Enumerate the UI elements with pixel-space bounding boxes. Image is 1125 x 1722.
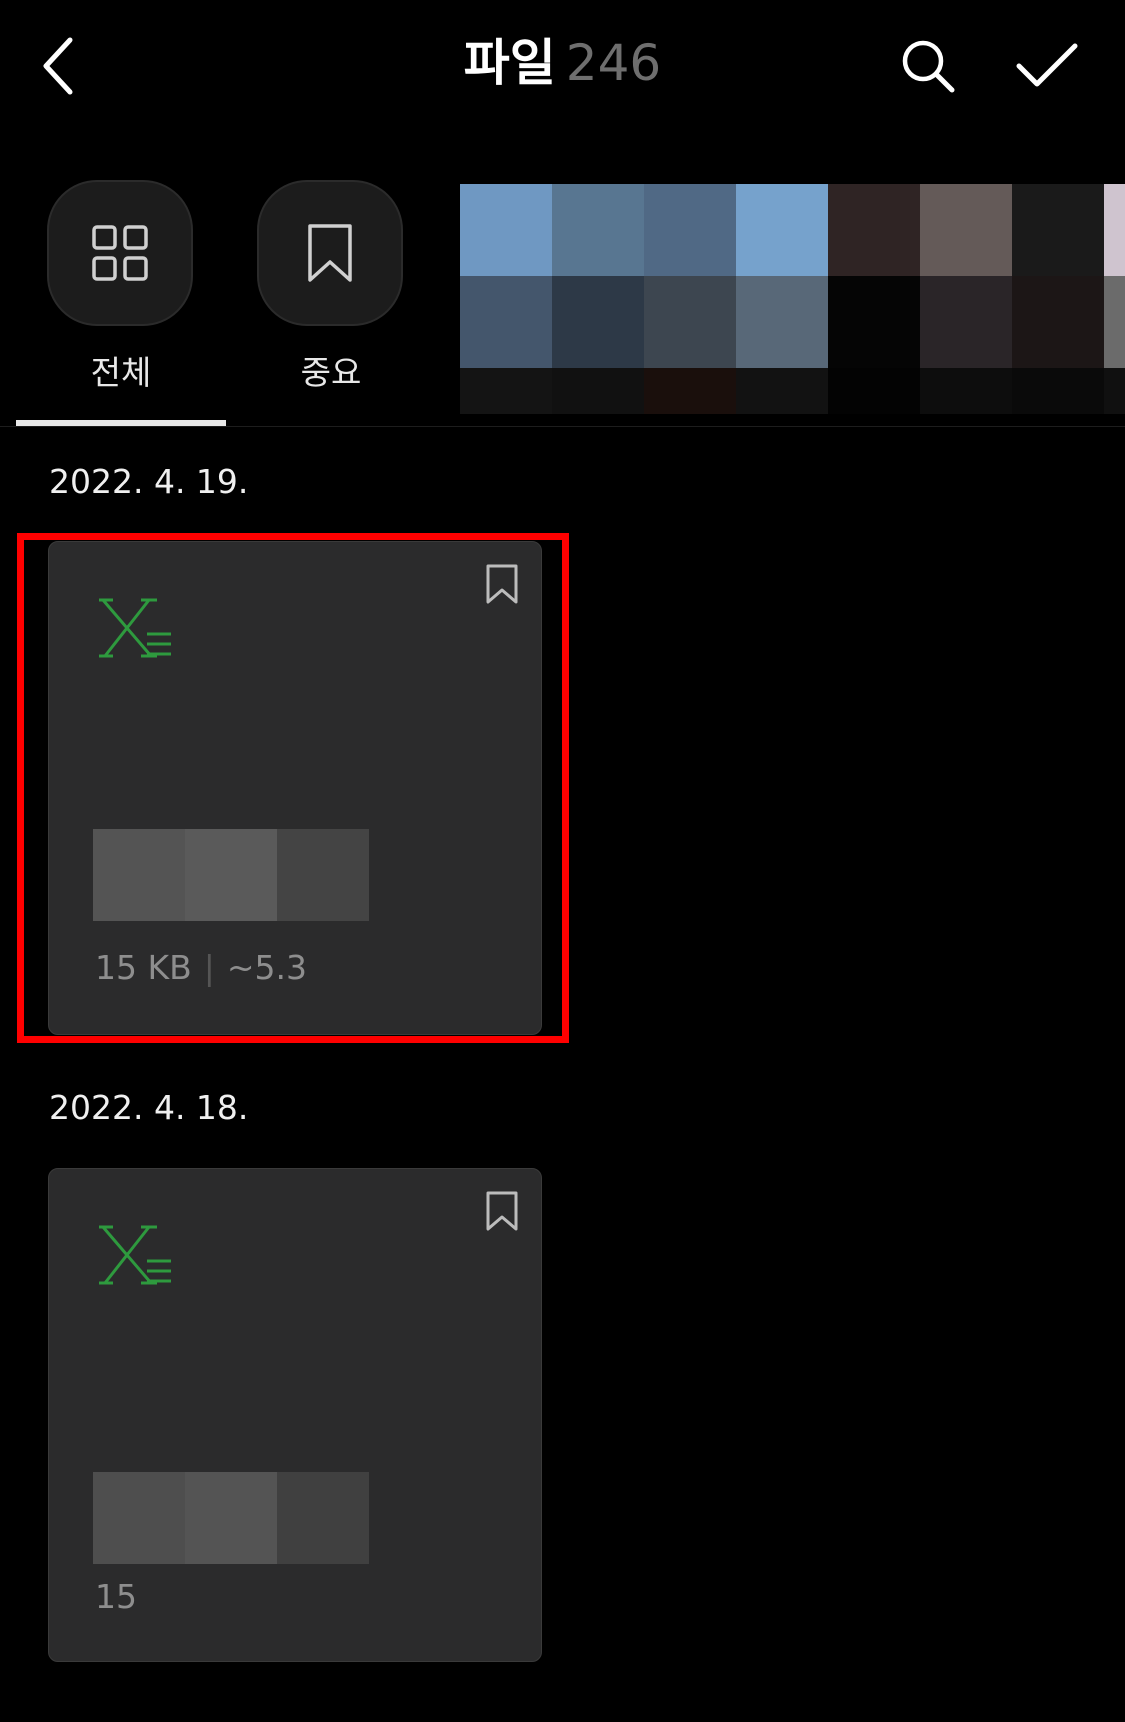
file-card[interactable]: 15 <box>48 1168 542 1662</box>
filter-all-label: 전체 <box>90 353 152 392</box>
thumbnail-tile <box>1104 368 1125 414</box>
selected-tab-indicator <box>16 420 226 426</box>
file-count: 246 <box>565 34 662 92</box>
highlight-box <box>17 533 569 1043</box>
thumbnail-tile <box>644 368 736 414</box>
thumbnail-tile <box>644 184 736 276</box>
thumbnail-tile <box>1104 184 1125 276</box>
filter-bar: 전체 중요 <box>0 160 1125 427</box>
bookmark-icon <box>308 224 352 282</box>
checkmark-icon <box>1016 43 1078 87</box>
select-button[interactable] <box>1015 40 1079 92</box>
thumbnail-tile <box>920 276 1012 368</box>
title-text: 파일 <box>463 34 556 92</box>
thumbnail-tile <box>460 276 552 368</box>
filter-important[interactable]: 중요 <box>226 160 436 426</box>
thumbnail-tile <box>552 184 644 276</box>
file-meta: 15 <box>95 1577 137 1616</box>
thumbnail-tile <box>828 368 920 414</box>
thumbnail-tile <box>460 184 552 276</box>
thumbnail-tile <box>736 276 828 368</box>
search-button[interactable] <box>900 38 956 94</box>
grid-icon <box>92 225 148 281</box>
thumbnail-tile <box>644 276 736 368</box>
thumbnail-tile <box>460 368 552 414</box>
excel-file-icon <box>99 1225 171 1285</box>
thumbnail-tile <box>1012 184 1104 276</box>
bookmark-toggle[interactable] <box>485 1191 519 1231</box>
thumbnail-tile <box>552 368 644 414</box>
bookmark-icon-button <box>257 180 403 326</box>
image-thumbnails-strip[interactable] <box>460 184 1125 414</box>
search-icon <box>902 40 955 93</box>
thumbnail-tile <box>828 276 920 368</box>
thumbnail-tile <box>920 368 1012 414</box>
thumbnail-tile <box>552 276 644 368</box>
thumbnail-tile <box>828 184 920 276</box>
date-header: 2022. 4. 19. <box>49 462 249 501</box>
bookmark-outline-icon <box>486 1191 518 1231</box>
date-header: 2022. 4. 18. <box>49 1088 249 1127</box>
filter-important-label: 중요 <box>300 353 362 392</box>
file-name-redacted <box>93 1472 369 1564</box>
thumbnail-tile <box>1012 276 1104 368</box>
thumbnail-tile <box>736 184 828 276</box>
app-header: 파일 246 <box>0 0 1125 135</box>
grid-icon-button <box>47 180 193 326</box>
thumbnail-tile <box>1012 368 1104 414</box>
page-title: 파일 246 <box>0 28 1125 98</box>
thumbnail-tile <box>1104 276 1125 368</box>
file-size: 15 <box>95 1577 137 1616</box>
filter-all[interactable]: 전체 <box>16 160 226 426</box>
thumbnail-tile <box>920 184 1012 276</box>
thumbnail-tile <box>736 368 828 414</box>
